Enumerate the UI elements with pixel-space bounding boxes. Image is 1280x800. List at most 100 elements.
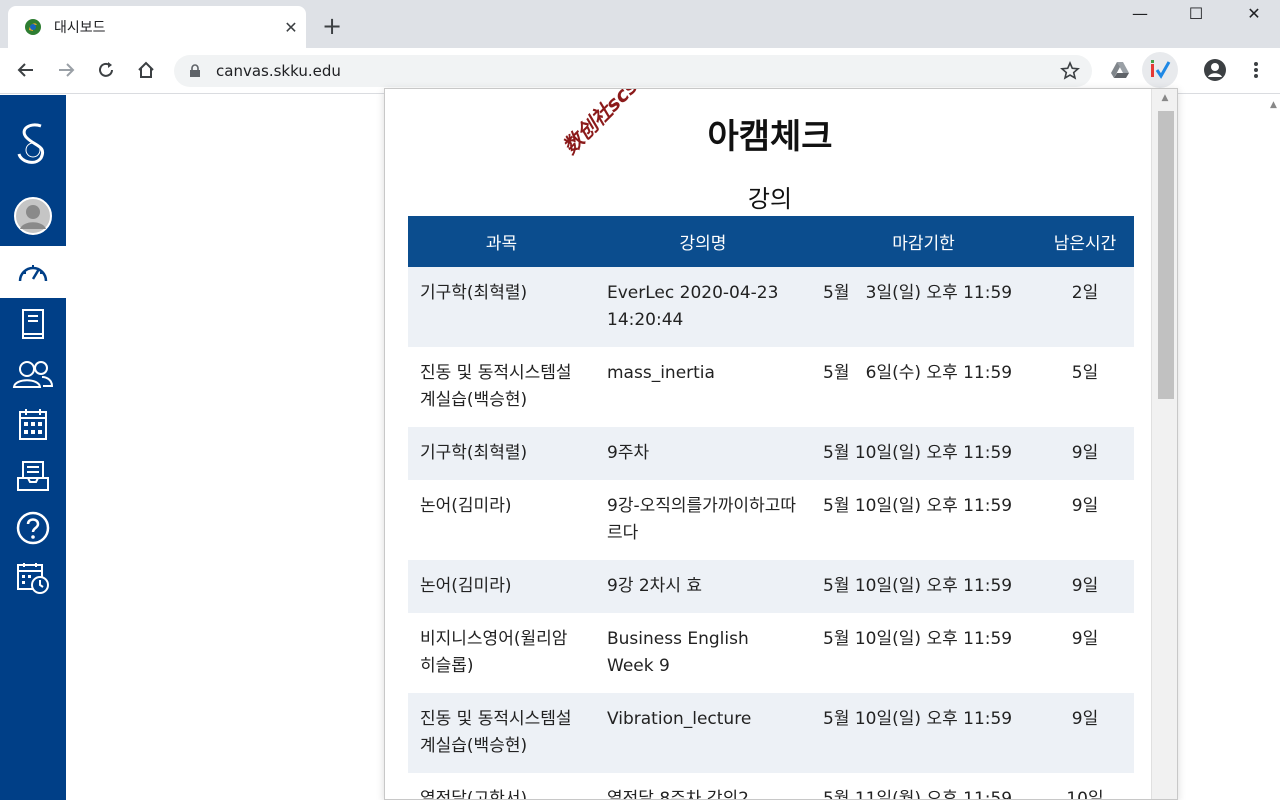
cell-deadline: 5월 10일(일) 오후 11:59 — [811, 427, 1036, 480]
sidebar-item-groups[interactable] — [0, 348, 66, 400]
popup-scrollbar[interactable]: ▲ — [1151, 89, 1177, 799]
cell-course: 기구학(최혁렬) — [408, 427, 595, 480]
sidebar-item-help[interactable] — [0, 502, 66, 554]
cell-lecture: 열전달 8주차 강의2 — [607, 789, 749, 800]
table-row[interactable]: 논어(김미라) 9강-오직의를가까이하고따르다 5월 10일(일) 오후 11:… — [408, 480, 1134, 560]
table-row[interactable]: 진동 및 동적시스템설계실습(백승현) mass_inertia 5월 6일(수… — [408, 347, 1134, 427]
cell-lecture: 9주차 — [595, 427, 811, 480]
back-arrow-icon — [17, 63, 33, 77]
acamcheck-popup: 数创社scs66 아캠체크 강의 과목 강의명 마감기한 남은시간 기구학(최혁… — [384, 88, 1178, 800]
header-course: 과목 — [408, 216, 595, 267]
cell-course: 열전달(고한서) — [420, 789, 528, 800]
reload-button[interactable] — [94, 58, 118, 82]
cell-deadline: 5월 10일(일) 오후 11:59 — [811, 560, 1036, 613]
tab-dashboard[interactable]: 대시보드 ✕ — [8, 6, 306, 48]
header-remaining: 남은시간 — [1036, 216, 1134, 267]
cell-lecture: 9강-오직의를가까이하고따르다 — [607, 496, 796, 543]
lecture-table: 과목 강의명 마감기한 남은시간 기구학(최혁렬) EverLec 2020-0… — [408, 216, 1134, 800]
cell-remaining: 10일 — [1066, 789, 1104, 800]
cell-remaining: 9일 — [1071, 629, 1099, 649]
cell-deadline: 5월 10일(일) 오후 11:59 — [823, 629, 1013, 649]
cell-course: 진동 및 동적시스템설계실습(백승현) — [408, 693, 595, 773]
cell-lecture: Business English Week 9 — [607, 629, 749, 676]
back-button[interactable] — [14, 58, 38, 82]
cell-remaining: 9일 — [1036, 427, 1134, 480]
cell-deadline: 5월 6일(수) 오후 11:59 — [823, 363, 1013, 383]
new-tab-button[interactable]: + — [322, 14, 342, 38]
tab-close-icon[interactable]: ✕ — [276, 18, 306, 37]
maximize-button[interactable]: ☐ — [1176, 4, 1216, 23]
table-header-row: 과목 강의명 마감기한 남은시간 — [408, 216, 1134, 267]
skku-logo-icon — [17, 123, 44, 164]
global-nav-sidebar — [0, 95, 66, 800]
calendar-icon — [19, 409, 47, 440]
kebab-menu-icon — [1254, 62, 1258, 78]
cell-lecture: Vibration_lecture — [595, 693, 811, 773]
cell-remaining: 9일 — [1036, 693, 1134, 773]
user-avatar-icon — [14, 197, 52, 235]
sidebar-item-calendar[interactable] — [0, 398, 66, 450]
forward-arrow-icon — [59, 63, 75, 77]
cell-remaining: 2일 — [1036, 267, 1134, 347]
scroll-up-arrow-icon[interactable]: ▲ — [1152, 93, 1177, 109]
cell-deadline: 5월 3일(일) 오후 11:59 — [811, 267, 1036, 347]
dashboard-gauge-icon — [18, 265, 48, 282]
address-bar[interactable]: canvas.skku.edu — [174, 55, 1092, 87]
google-drive-icon — [1111, 62, 1129, 78]
scroll-thumb[interactable] — [1158, 111, 1174, 399]
cell-deadline: 5월 10일(일) 오후 11:59 — [811, 693, 1036, 773]
url-text: canvas.skku.edu — [216, 62, 341, 80]
cell-remaining: 9일 — [1036, 560, 1134, 613]
home-icon — [138, 61, 154, 78]
acamcheck-icon — [1151, 60, 1171, 79]
reload-icon — [99, 62, 113, 77]
cell-lecture: 9강 2차시 효 — [595, 560, 811, 613]
section-title-lectures: 강의 — [747, 185, 793, 213]
cell-course: 비지니스영어(윌리암히슬롭) — [420, 629, 568, 676]
cell-course: 기구학(최혁렬) — [408, 267, 595, 347]
calendar-clock-icon — [17, 563, 49, 594]
profile-avatar-icon — [1204, 59, 1226, 81]
sidebar-item-inbox[interactable] — [0, 450, 66, 502]
header-lecture: 강의명 — [595, 216, 811, 267]
table-row[interactable]: 진동 및 동적시스템설계실습(백승현) Vibration_lecture 5월… — [408, 693, 1134, 773]
canvas-favicon-icon — [25, 19, 41, 35]
forward-button[interactable] — [54, 58, 78, 82]
table-row[interactable]: 기구학(최혁렬) 9주차 5월 10일(일) 오후 11:59 9일 — [408, 427, 1134, 480]
minimize-button[interactable]: — — [1120, 4, 1160, 23]
cell-lecture: mass_inertia — [607, 363, 715, 383]
close-window-button[interactable]: ✕ — [1234, 4, 1274, 23]
bookmark-star-icon[interactable] — [1060, 61, 1080, 81]
page-scroll-up-arrow-icon[interactable]: ▲ — [1267, 100, 1280, 120]
cell-course: 논어(김미라) — [420, 496, 512, 516]
lock-icon — [190, 64, 200, 77]
cell-deadline: 5월 10일(일) 오후 11:59 — [823, 496, 1013, 516]
acamcheck-extension-button[interactable] — [1142, 52, 1178, 88]
sidebar-item-history[interactable] — [0, 552, 66, 604]
cell-remaining: 5일 — [1071, 363, 1099, 383]
sidebar-item-courses[interactable] — [0, 298, 66, 350]
cell-deadline: 5월 11일(월) 오후 11:59 — [823, 789, 1013, 800]
help-icon — [16, 511, 50, 545]
inbox-icon — [17, 461, 49, 491]
table-row[interactable]: 기구학(최혁렬) EverLec 2020-04-23 14:20:44 5월 … — [408, 267, 1134, 347]
drive-extension-button[interactable] — [1108, 58, 1132, 82]
profile-button[interactable] — [1203, 58, 1227, 82]
table-row[interactable]: 비지니스영어(윌리암히슬롭) Business English Week 9 5… — [408, 613, 1134, 693]
sidebar-item-logo[interactable] — [0, 115, 66, 171]
table-row[interactable]: 논어(김미라) 9강 2차시 효 5월 10일(일) 오후 11:59 9일 — [408, 560, 1134, 613]
users-icon — [12, 361, 54, 388]
home-button[interactable] — [134, 58, 158, 82]
cell-course: 진동 및 동적시스템설계실습(백승현) — [420, 363, 572, 410]
cell-remaining: 9일 — [1071, 496, 1099, 516]
tab-title: 대시보드 — [54, 20, 106, 36]
sidebar-item-account[interactable] — [0, 190, 66, 242]
table-row[interactable]: 열전달(고한서) 열전달 8주차 강의2 5월 11일(월) 오후 11:59 … — [408, 773, 1134, 800]
browser-menu-button[interactable] — [1244, 58, 1268, 82]
cell-course: 논어(김미라) — [408, 560, 595, 613]
cell-lecture: EverLec 2020-04-23 14:20:44 — [595, 267, 811, 347]
book-icon — [22, 309, 44, 339]
popup-title: 아캠체크 — [707, 117, 833, 157]
sidebar-item-dashboard[interactable] — [0, 246, 66, 298]
header-deadline: 마감기한 — [811, 216, 1036, 267]
